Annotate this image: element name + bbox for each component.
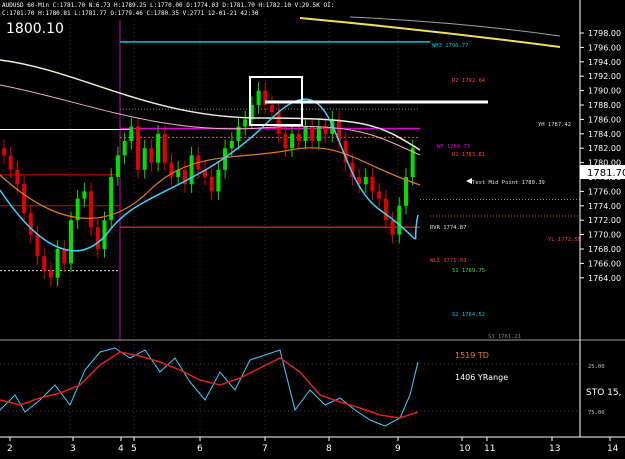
level-wl3: WL3 1771.03 <box>430 258 466 264</box>
candle-body <box>229 141 234 149</box>
candle-body <box>142 148 147 170</box>
price-tick-label: 1770.00 <box>588 231 621 240</box>
candle-body <box>82 191 87 199</box>
candle-body <box>75 198 80 221</box>
candle-body <box>69 220 73 264</box>
indicator-td: 1519 TD <box>455 351 489 360</box>
candle-body <box>129 126 134 141</box>
price-tick-label: 1774.00 <box>588 202 621 211</box>
level-s2: S2 1764.52 <box>452 312 485 318</box>
indicator-level-75: 75.00 <box>588 410 605 416</box>
candle-body <box>89 191 94 228</box>
candle-body <box>316 126 321 141</box>
level-rvr: RVR 1774.87 <box>430 225 466 231</box>
candle-body <box>28 213 33 235</box>
price-tick-label: 1786.00 <box>588 115 621 124</box>
candle-body <box>377 191 382 199</box>
candle-body <box>22 184 27 213</box>
candle-body <box>109 177 114 221</box>
candle-body <box>95 227 100 249</box>
time-tick-label: 5 <box>131 444 137 454</box>
level-s3: S3 1761.21 <box>488 334 521 340</box>
indicator-level-25: 25.00 <box>588 364 605 370</box>
time-tick-label: 8 <box>326 444 332 454</box>
level-mid: Test Mid Point 1780.39 <box>472 180 545 186</box>
candle-body <box>48 270 53 278</box>
level-wh3: WH3 1796.77 <box>432 43 468 49</box>
candle-body <box>209 177 214 192</box>
candle-body <box>370 177 375 192</box>
time-tick-label: 6 <box>197 444 203 454</box>
candle-body <box>2 148 6 156</box>
candle-body <box>162 133 167 163</box>
price-tick-label: 1764.00 <box>588 274 621 283</box>
price-tick-label: 1768.00 <box>588 245 621 254</box>
price-tick-label: 1766.00 <box>588 259 621 268</box>
candle-body <box>270 105 274 113</box>
candle-body <box>276 112 281 134</box>
time-tick-label: 9 <box>395 444 401 454</box>
price-chart[interactable]: AUDUSD 60-Min C:1781.70 N:6.73 H:1789.25… <box>0 0 625 459</box>
candle-body <box>115 155 120 177</box>
time-tick-label: 4 <box>118 444 124 454</box>
level-yl: YL 1772.58 <box>548 237 581 243</box>
time-tick-label: 7 <box>262 444 268 454</box>
candle-body <box>55 249 60 278</box>
candle-body <box>363 177 368 185</box>
candle-body <box>149 148 154 163</box>
price-tick-label: 1784.00 <box>588 130 621 139</box>
level-yh: YH 1787.42 <box>538 122 571 128</box>
last-price-label: 1781.70 <box>587 168 625 179</box>
candle-body <box>303 126 308 141</box>
level-s1: S1 1769.75 <box>452 268 485 274</box>
indicator-yrange: 1406 YRange <box>455 373 508 382</box>
time-tick-label: 14 <box>607 444 619 454</box>
candle-body <box>296 133 301 141</box>
level-wp: WP 1784.73 <box>437 144 470 150</box>
price-tick-label: 1798.00 <box>588 29 621 38</box>
time-tick-label: 13 <box>549 444 560 454</box>
price-tick-label: 1792.00 <box>588 72 621 81</box>
candle-body <box>390 220 395 235</box>
candle-body <box>189 155 194 185</box>
level-r1: R1 1783.81 <box>452 152 485 158</box>
candle-body <box>156 133 161 163</box>
price-tick-label: 1790.00 <box>588 87 621 96</box>
price-tick-label: 1794.00 <box>588 58 621 67</box>
candle-body <box>35 234 40 257</box>
candle-body <box>397 205 402 235</box>
time-tick-label: 2 <box>7 444 13 454</box>
chart-background <box>0 0 625 459</box>
level-r2: R2 1792.84 <box>452 78 486 84</box>
candle-body <box>122 141 127 156</box>
time-tick-label: 3 <box>70 444 76 454</box>
candle-body <box>216 169 221 192</box>
candle-body <box>8 155 13 170</box>
candle-body <box>42 256 47 271</box>
indicator-sto-label: STO 15, <box>586 388 621 398</box>
price-tick-label: 1776.00 <box>588 187 621 196</box>
time-tick-label: 10 <box>459 444 471 454</box>
price-tick-label: 1788.00 <box>588 101 621 110</box>
candle-body <box>256 90 261 105</box>
candle-body <box>404 177 408 206</box>
symbol-subheader: C:1781.70 H:1780.81 L:1781.77 O:1779.46 … <box>2 10 259 17</box>
candle-body <box>283 133 288 149</box>
candle-body <box>290 133 295 149</box>
symbol-header: AUDUSD 60-Min C:1781.70 N:6.73 H:1789.25… <box>2 2 334 9</box>
candle-body <box>243 119 248 127</box>
big-price-label: 1800.10 <box>6 21 64 37</box>
price-tick-label: 1772.00 <box>588 216 621 225</box>
candle-body <box>383 198 388 221</box>
candle-body <box>136 126 140 170</box>
candle-body <box>15 169 20 185</box>
price-tick-label: 1782.00 <box>588 144 621 153</box>
price-tick-label: 1796.00 <box>588 43 621 52</box>
time-tick-label: 11 <box>484 444 495 454</box>
candle-body <box>62 249 67 264</box>
candle-body <box>310 126 315 141</box>
